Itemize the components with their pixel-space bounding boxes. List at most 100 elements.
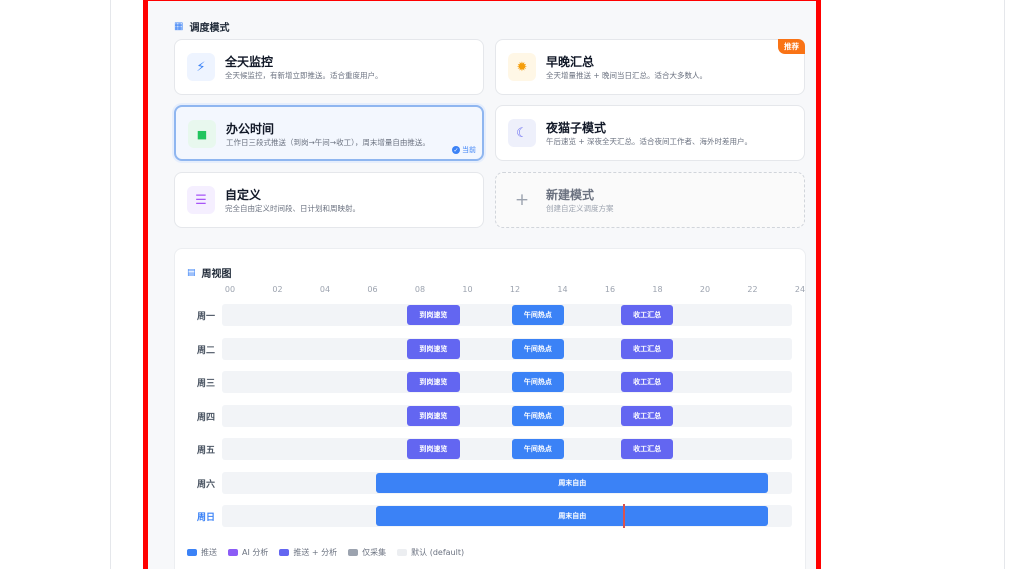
mode-title: 早晚汇总 bbox=[546, 55, 595, 69]
frame-divider-left bbox=[110, 0, 111, 569]
schedule-block[interactable]: 午间热点 bbox=[511, 338, 564, 359]
week-view-header: ▤ 周视图 bbox=[187, 265, 232, 281]
hour-label: 14 bbox=[557, 285, 568, 294]
mode-title: 新建模式 bbox=[546, 188, 595, 202]
legend-label: 仅采集 bbox=[362, 548, 387, 557]
day-track[interactable]: 到岗速览 午间热点 收工汇总 bbox=[222, 371, 792, 393]
hour-label: 20 bbox=[699, 285, 711, 294]
schedule-block[interactable]: 收工汇总 bbox=[621, 439, 674, 459]
day-label: 周二 bbox=[197, 345, 216, 356]
day-label: 周六 bbox=[197, 479, 216, 490]
legend-label: AI 分析 bbox=[242, 548, 269, 557]
day-label: 周五 bbox=[197, 446, 216, 456]
mode-title: 自定义 bbox=[225, 188, 262, 202]
mode-card-night-owl[interactable]: ☾ 夜猫子模式 午后速览 + 深夜全天汇总。适合夜间工作者、海外时差用户。 bbox=[495, 105, 805, 161]
hour-label: 02 bbox=[272, 285, 283, 294]
frame-divider-right bbox=[1004, 0, 1005, 569]
briefcase-icon: ■ bbox=[188, 120, 216, 148]
hour-label: 12 bbox=[509, 285, 521, 294]
schedule-block[interactable]: 收工汇总 bbox=[621, 372, 674, 392]
current-badge-label: 当前 bbox=[462, 146, 476, 154]
section-header: ▦ 调度模式 bbox=[174, 19, 229, 34]
hour-label: 24 bbox=[794, 285, 806, 294]
sliders-icon: ☰ bbox=[187, 186, 215, 214]
legend: 推送 AI 分析 推送 + 分析 仅采集 默认 (default) bbox=[187, 547, 464, 558]
day-track[interactable]: 到岗速览 午间热点 收工汇总 bbox=[222, 337, 792, 360]
week-view-card: ▤ 周视图 00 02 04 06 08 10 12 14 16 18 20 22 24 周一 到岗速览午… bbox=[174, 248, 806, 569]
mode-desc: 完全自由定义时间段、日计划和周映射。 bbox=[225, 204, 360, 213]
hour-label: 10 bbox=[462, 285, 473, 294]
legend-swatch bbox=[397, 549, 408, 556]
hour-label: 06 bbox=[367, 285, 378, 294]
hour-label: 18 bbox=[652, 285, 663, 294]
calendar-icon: ▤ bbox=[187, 267, 196, 278]
schedule-panel: ▦ 调度模式 ⚡ 全天监控 全天候监控，有新增立即推送。适合重度用户。 ✹ 早晚… bbox=[143, 0, 821, 569]
schedule-block[interactable]: 到岗速览 bbox=[407, 405, 460, 426]
schedule-block[interactable]: 到岗速览 bbox=[407, 372, 460, 392]
mode-desc: 工作日三段式推送（到岗→午间→收工），周末增量自由推送。 bbox=[226, 138, 430, 147]
mode-card-new[interactable]: + 新建模式 创建自定义调度方案 bbox=[495, 172, 805, 228]
schedule-block[interactable]: 收工汇总 bbox=[621, 405, 674, 426]
mode-card-all-day[interactable]: ⚡ 全天监控 全天候监控，有新增立即推送。适合重度用户。 bbox=[174, 39, 484, 95]
mode-desc: 全天增量推送 + 晚间当日汇总。适合大多数人。 bbox=[546, 71, 708, 80]
schedule-block[interactable]: 午间热点 bbox=[511, 405, 564, 426]
mode-title: 夜猫子模式 bbox=[546, 121, 607, 135]
legend-label: 默认 (default) bbox=[411, 548, 465, 557]
day-track[interactable]: 周末自由 bbox=[222, 471, 792, 494]
schedule-block[interactable]: 收工汇总 bbox=[621, 338, 674, 359]
legend-swatch bbox=[187, 549, 197, 556]
mode-title: 全天监控 bbox=[225, 55, 274, 69]
mode-card-morning-evening[interactable]: ✹ 早晚汇总 全天增量推送 + 晚间当日汇总。适合大多数人。 推荐 bbox=[495, 39, 805, 95]
mode-desc: 全天候监控，有新增立即推送。适合重度用户。 bbox=[225, 71, 383, 80]
legend-swatch bbox=[348, 549, 359, 556]
legend-label: 推送 bbox=[201, 548, 217, 557]
mode-card-office-hours[interactable]: ■ 办公时间 工作日三段式推送（到岗→午间→收工），周末增量自由推送。 ✓ 当前 bbox=[174, 105, 484, 161]
sun-icon: ✹ bbox=[508, 53, 536, 81]
hour-label: 00 bbox=[224, 285, 236, 294]
day-label: 周三 bbox=[197, 379, 216, 389]
section-title: 调度模式 bbox=[189, 23, 230, 34]
schedule-block[interactable]: 收工汇总 bbox=[621, 305, 674, 325]
mode-card-custom[interactable]: ☰ 自定义 完全自由定义时间段、日计划和周映射。 bbox=[174, 172, 484, 228]
schedule-block[interactable]: 周末自由 bbox=[376, 506, 769, 526]
day-label: 周一 bbox=[197, 312, 216, 322]
moon-icon: ☾ bbox=[508, 119, 536, 147]
schedule-block[interactable]: 午间热点 bbox=[511, 305, 564, 325]
plus-icon: + bbox=[514, 190, 530, 210]
legend-label: 推送 + 分析 bbox=[293, 548, 338, 557]
current-badge: ✓ 当前 bbox=[452, 145, 476, 155]
grid-icon: ▦ bbox=[174, 21, 184, 32]
hour-label: 16 bbox=[604, 285, 616, 294]
hour-label: 04 bbox=[319, 285, 331, 294]
legend-item: 推送 + 分析 bbox=[279, 547, 337, 558]
schedule-block[interactable]: 到岗速览 bbox=[407, 338, 460, 359]
legend-swatch bbox=[228, 549, 238, 556]
hour-label: 08 bbox=[414, 285, 426, 294]
legend-swatch bbox=[279, 549, 290, 556]
schedule-block[interactable]: 到岗速览 bbox=[407, 439, 460, 459]
week-view-title: 周视图 bbox=[201, 269, 232, 280]
current-time-indicator bbox=[623, 504, 626, 528]
mode-desc: 创建自定义调度方案 bbox=[546, 204, 614, 213]
schedule-block[interactable]: 午间热点 bbox=[511, 439, 564, 459]
day-track[interactable]: 周末自由 bbox=[222, 504, 792, 528]
check-icon: ✓ bbox=[452, 146, 460, 154]
day-label: 周四 bbox=[197, 412, 216, 423]
recommended-badge: 推荐 bbox=[778, 39, 805, 54]
legend-item: 默认 (default) bbox=[397, 547, 464, 558]
mode-desc: 午后速览 + 深夜全天汇总。适合夜间工作者、海外时差用户。 bbox=[546, 137, 753, 146]
day-track[interactable]: 到岗速览 午间热点 收工汇总 bbox=[222, 438, 792, 460]
schedule-block[interactable]: 到岗速览 bbox=[407, 305, 460, 325]
page: ▦ 调度模式 ⚡ 全天监控 全天候监控，有新增立即推送。适合重度用户。 ✹ 早晚… bbox=[0, 0, 1017, 569]
mode-title: 办公时间 bbox=[226, 122, 275, 136]
day-track[interactable]: 到岗速览 午间热点 收工汇总 bbox=[222, 404, 792, 427]
lightning-icon: ⚡ bbox=[187, 53, 215, 81]
day-label: 周日 bbox=[197, 513, 216, 523]
schedule-block[interactable]: 午间热点 bbox=[511, 372, 564, 392]
legend-item: 仅采集 bbox=[348, 547, 386, 558]
hour-label: 22 bbox=[747, 285, 758, 294]
schedule-block[interactable]: 周末自由 bbox=[376, 472, 769, 493]
legend-item: AI 分析 bbox=[228, 547, 268, 558]
legend-item: 推送 bbox=[187, 547, 217, 558]
day-track[interactable]: 到岗速览 午间热点 收工汇总 bbox=[222, 304, 792, 326]
